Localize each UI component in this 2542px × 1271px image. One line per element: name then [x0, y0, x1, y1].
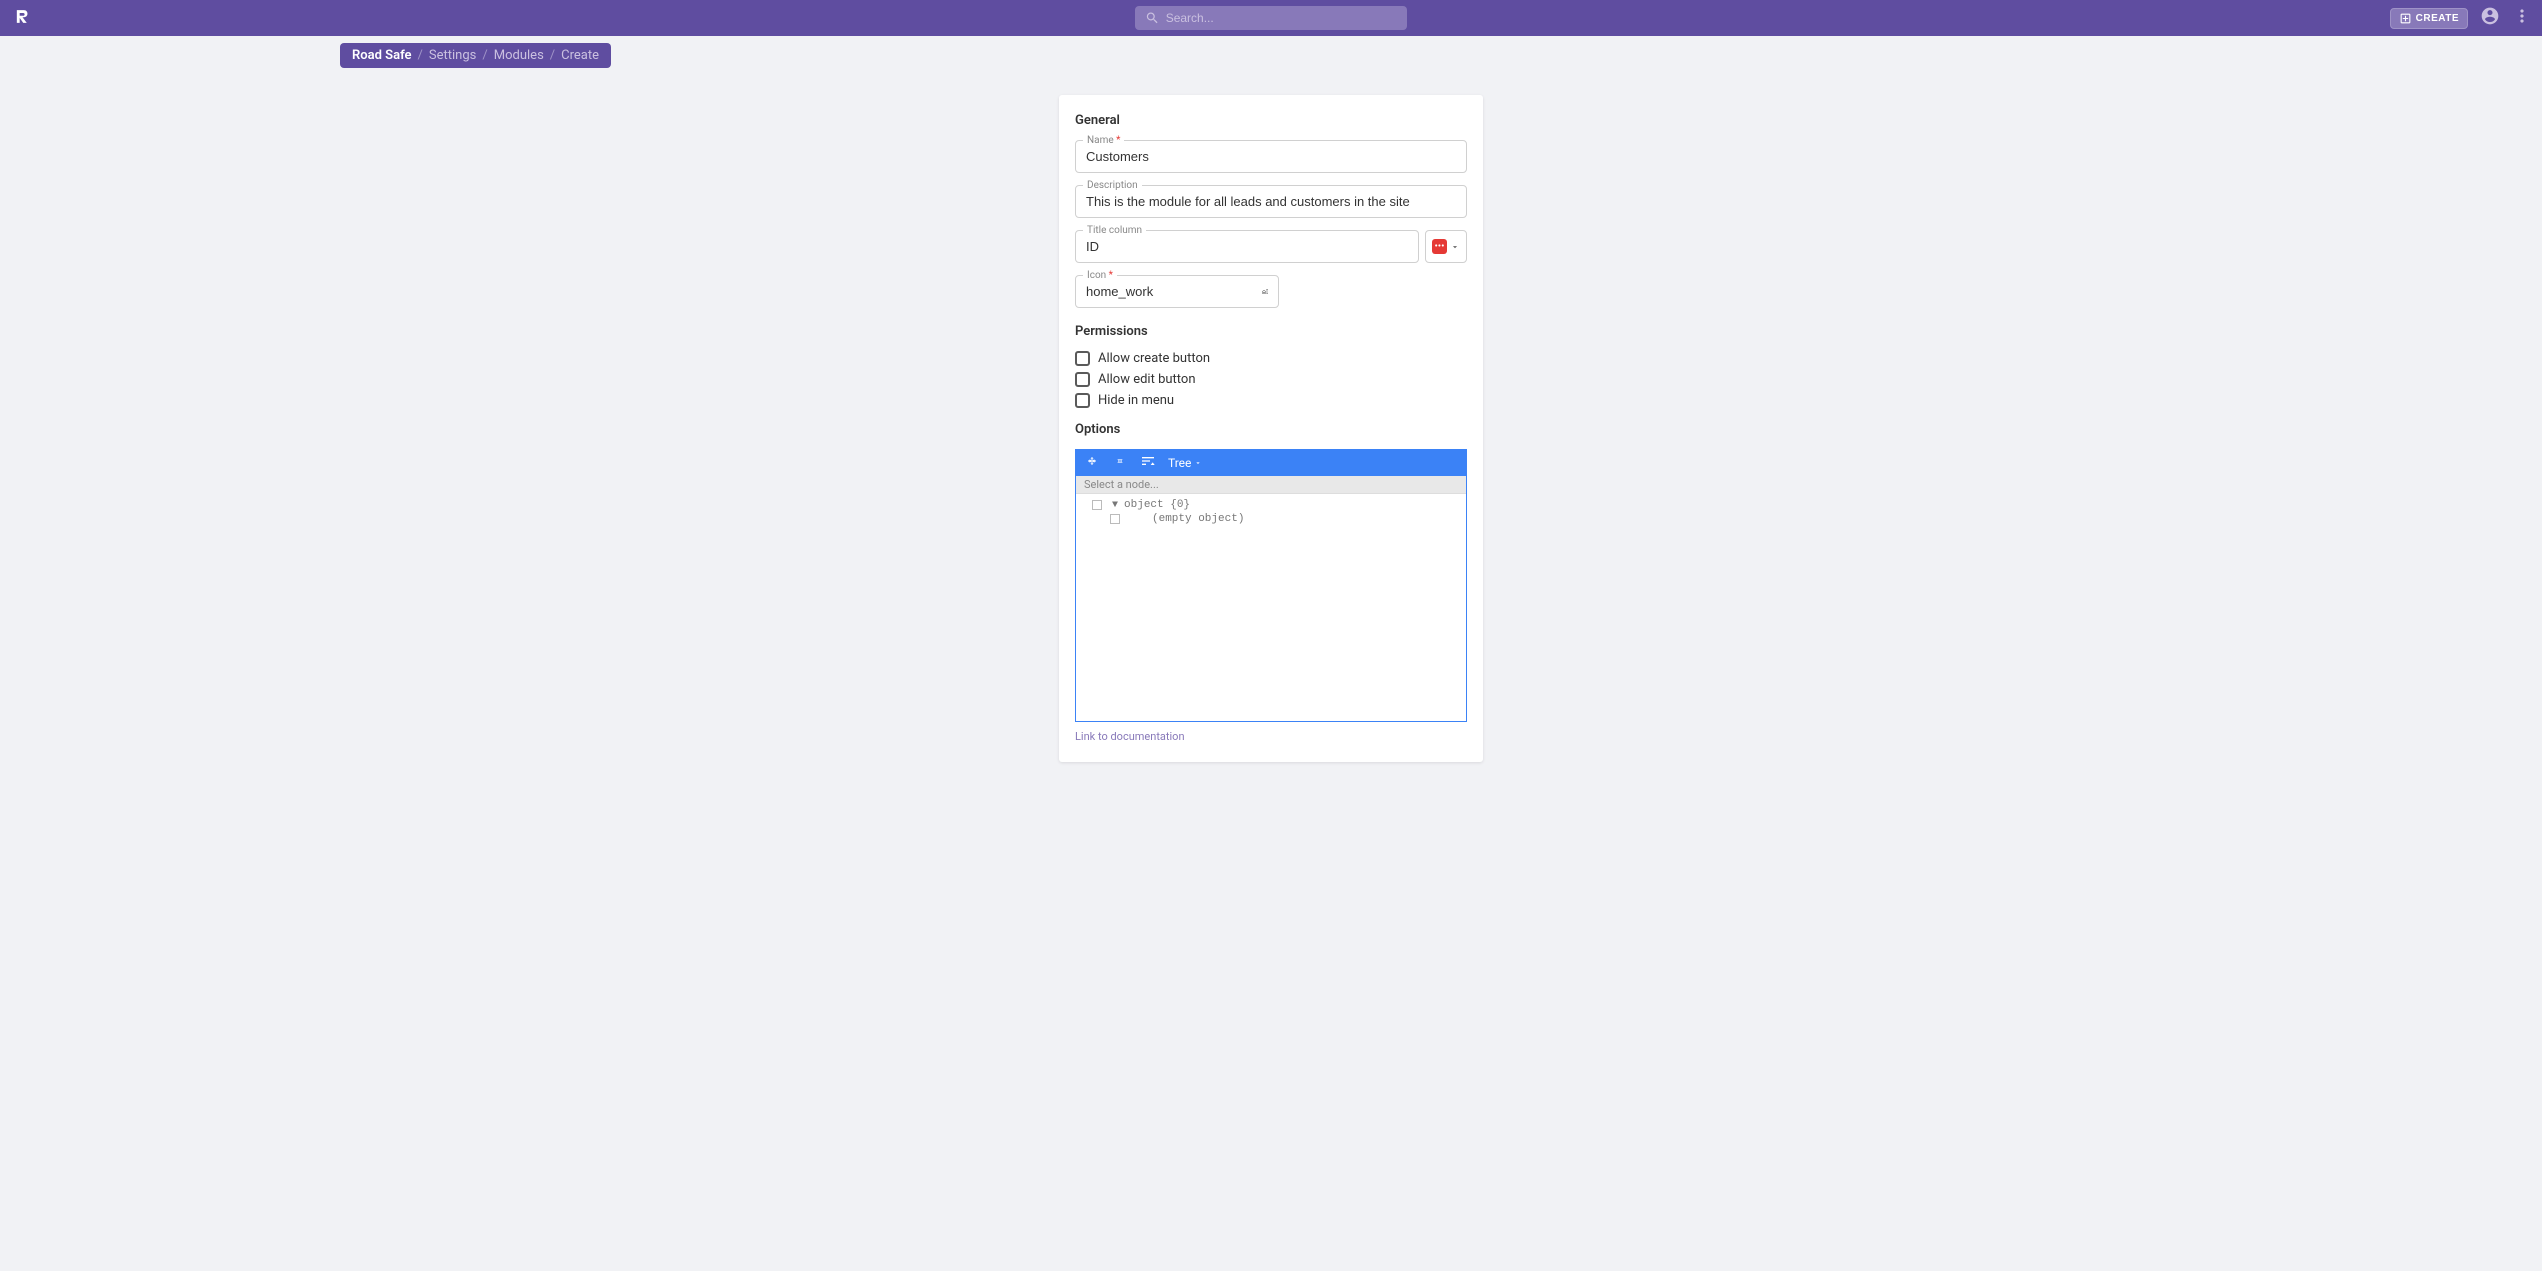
json-body: ▼ object {0} (empty object)	[1076, 494, 1466, 721]
json-node-search[interactable]: Select a node...	[1076, 476, 1466, 494]
create-plus-icon	[2399, 12, 2412, 25]
breadcrumb-item-modules[interactable]: Modules	[494, 48, 544, 63]
json-row-empty[interactable]: (empty object)	[1080, 512, 1462, 526]
header-right: CREATE	[2390, 6, 2532, 30]
account-icon[interactable]	[2480, 6, 2500, 30]
search-wrapper	[1135, 6, 1407, 30]
hide-menu-label: Hide in menu	[1098, 393, 1174, 408]
json-context-menu-icon[interactable]	[1092, 500, 1102, 510]
search-box[interactable]	[1135, 6, 1407, 30]
json-object-label: object {0}	[1124, 499, 1190, 511]
breadcrumb-item-create[interactable]: Create	[561, 48, 599, 63]
breadcrumb: Road Safe / Settings / Modules / Create	[340, 43, 611, 68]
expand-all-icon[interactable]	[1084, 453, 1100, 473]
breadcrumb-row: Road Safe / Settings / Modules / Create	[0, 43, 2542, 68]
name-field-wrapper: Name *	[1075, 140, 1467, 173]
name-input[interactable]	[1075, 140, 1467, 173]
search-icon	[1145, 10, 1160, 26]
breadcrumb-separator: /	[550, 48, 555, 63]
options-header: Options	[1075, 422, 1467, 437]
collapse-all-icon[interactable]	[1112, 453, 1128, 473]
title-column-row: Title column •••	[1075, 230, 1467, 263]
title-column-wrapper: Title column	[1075, 230, 1419, 263]
create-button[interactable]: CREATE	[2390, 8, 2468, 29]
sort-icon[interactable]	[1140, 453, 1156, 473]
main-card: General Name * Description Title column …	[1059, 95, 1483, 762]
logo[interactable]	[14, 8, 31, 29]
json-toolbar: Tree	[1076, 450, 1466, 476]
create-button-label: CREATE	[2416, 13, 2459, 24]
allow-create-label: Allow create button	[1098, 351, 1210, 366]
allow-edit-label: Allow edit button	[1098, 372, 1196, 387]
json-editor: Tree Select a node... ▼ object {0} (empt…	[1075, 449, 1467, 722]
general-header: General	[1075, 113, 1467, 128]
json-context-menu-icon[interactable]	[1110, 514, 1120, 524]
json-empty-label: (empty object)	[1152, 513, 1244, 525]
hide-menu-checkbox[interactable]	[1075, 393, 1090, 408]
icon-field-wrapper: Icon *	[1075, 275, 1279, 308]
icon-field-row: Icon *	[1075, 275, 1467, 308]
description-field-label: Description	[1083, 180, 1142, 191]
json-row-object[interactable]: ▼ object {0}	[1080, 498, 1462, 512]
allow-edit-checkbox[interactable]	[1075, 372, 1090, 387]
allow-create-checkbox[interactable]	[1075, 351, 1090, 366]
json-collapse-icon[interactable]: ▼	[1112, 500, 1118, 511]
home-work-icon	[1262, 283, 1268, 300]
allow-edit-checkbox-row[interactable]: Allow edit button	[1075, 372, 1467, 387]
chevron-down-icon	[1194, 459, 1202, 467]
search-input[interactable]	[1166, 11, 1397, 25]
permissions-section: Permissions Allow create button Allow ed…	[1075, 324, 1467, 408]
allow-create-checkbox-row[interactable]: Allow create button	[1075, 351, 1467, 366]
app-header: CREATE	[0, 0, 2542, 36]
tree-mode-dropdown[interactable]: Tree	[1168, 456, 1202, 470]
chevron-down-icon	[1450, 242, 1460, 252]
description-field-wrapper: Description	[1075, 185, 1467, 218]
title-column-label: Title column	[1083, 225, 1146, 236]
breadcrumb-item-settings[interactable]: Settings	[429, 48, 476, 63]
options-section: Options Tree Select a node...	[1075, 422, 1467, 744]
more-vert-icon[interactable]	[2512, 6, 2532, 30]
hide-menu-checkbox-row[interactable]: Hide in menu	[1075, 393, 1467, 408]
name-field-label: Name *	[1083, 135, 1124, 146]
breadcrumb-separator: /	[418, 48, 423, 63]
title-column-extra-dropdown[interactable]: •••	[1425, 230, 1467, 263]
permissions-header: Permissions	[1075, 324, 1467, 339]
breadcrumb-item-roadsafe[interactable]: Road Safe	[352, 48, 412, 63]
icon-input[interactable]	[1086, 284, 1262, 299]
breadcrumb-separator: /	[482, 48, 487, 63]
red-indicator-icon: •••	[1432, 239, 1447, 254]
documentation-link[interactable]: Link to documentation	[1075, 730, 1185, 743]
icon-field-label: Icon *	[1083, 270, 1117, 281]
